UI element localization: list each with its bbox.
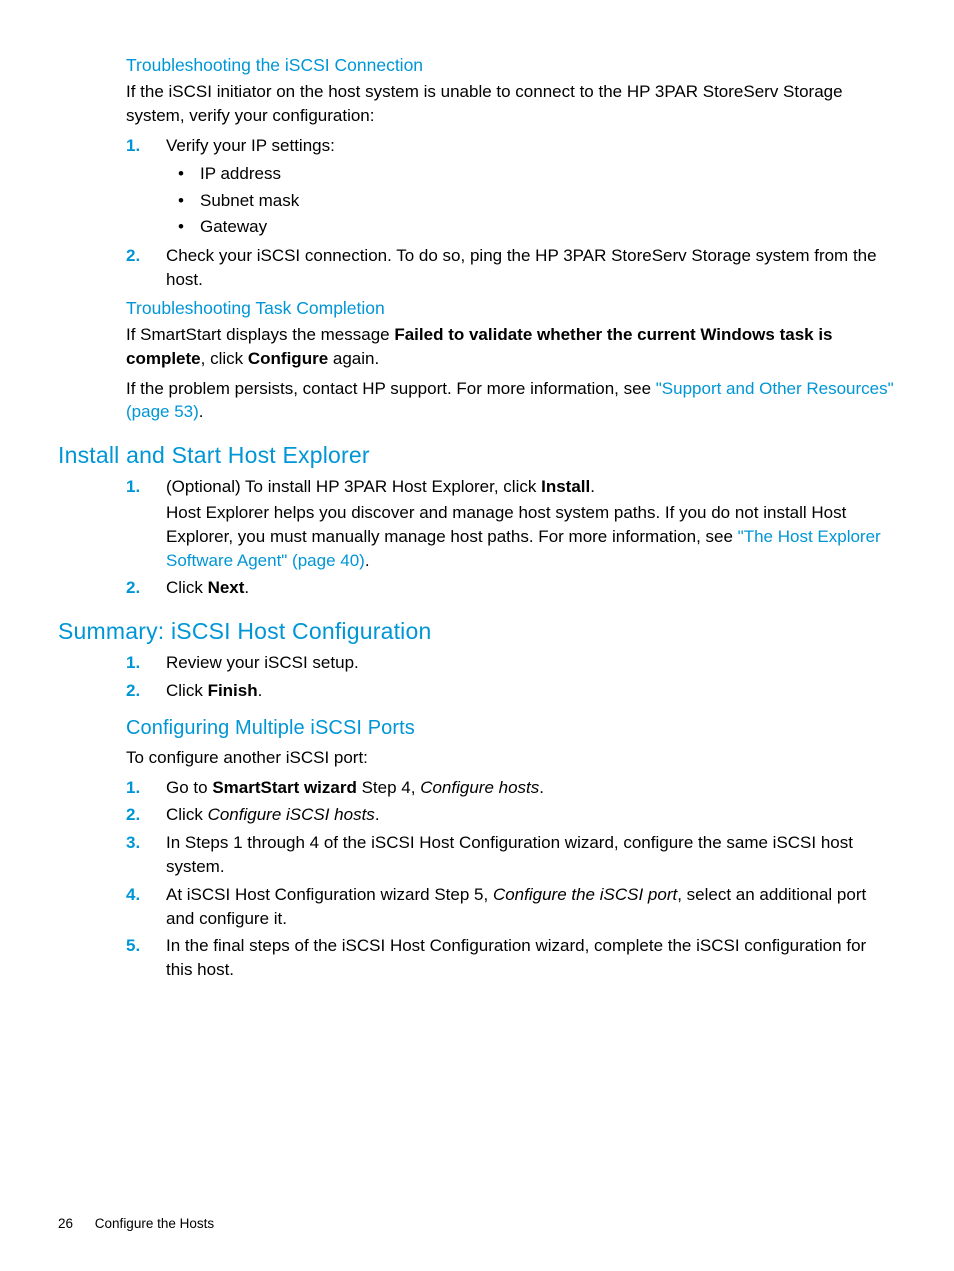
list-item: 1. Go to SmartStart wizard Step 4, Confi… (126, 776, 896, 800)
list-item: 1. (Optional) To install HP 3PAR Host Ex… (126, 475, 896, 572)
list-text: Verify your IP settings: (166, 136, 335, 155)
heading-troubleshooting-task: Troubleshooting Task Completion (126, 298, 896, 319)
text-run: If the problem persists, contact HP supp… (126, 379, 656, 398)
bold-text: Next (208, 578, 245, 597)
text-run: . (365, 551, 370, 570)
text-run: , click (201, 349, 248, 368)
paragraph: To configure another iSCSI port: (126, 746, 896, 770)
italic-text: Configure hosts (420, 778, 539, 797)
list-text: Click Configure iSCSI hosts. (166, 805, 380, 824)
list-item: 2. Check your iSCSI connection. To do so… (126, 244, 896, 292)
list-number: 1. (126, 475, 140, 499)
document-page: Troubleshooting the iSCSI Connection If … (0, 0, 954, 1271)
text-run: . (199, 402, 204, 421)
ordered-list: 1. Go to SmartStart wizard Step 4, Confi… (126, 776, 896, 982)
heading-install-host-explorer: Install and Start Host Explorer (58, 442, 896, 469)
paragraph: If SmartStart displays the message Faile… (126, 323, 896, 371)
heading-configuring-multiple-ports: Configuring Multiple iSCSI Ports (126, 717, 896, 740)
list-text: (Optional) To install HP 3PAR Host Explo… (166, 477, 595, 496)
text-run: Step 4, (357, 778, 420, 797)
text-run: Click (166, 681, 208, 700)
text-run: (Optional) To install HP 3PAR Host Explo… (166, 477, 541, 496)
list-text: Review your iSCSI setup. (166, 653, 359, 672)
list-number: 2. (126, 679, 140, 703)
page-number: 26 (58, 1216, 73, 1231)
heading-troubleshooting-iscsi: Troubleshooting the iSCSI Connection (126, 55, 896, 76)
text-run: Click (166, 805, 208, 824)
italic-text: Configure the iSCSI port (493, 885, 677, 904)
ordered-list: 1. (Optional) To install HP 3PAR Host Ex… (126, 475, 896, 600)
paragraph: Host Explorer helps you discover and man… (166, 501, 896, 572)
bullet-item: IP address (166, 161, 896, 187)
list-text: At iSCSI Host Configuration wizard Step … (166, 885, 866, 928)
list-number: 1. (126, 134, 140, 158)
bold-text: SmartStart wizard (212, 778, 357, 797)
list-number: 1. (126, 776, 140, 800)
ordered-list: 1. Review your iSCSI setup. 2. Click Fin… (126, 651, 896, 703)
list-text: In the final steps of the iSCSI Host Con… (166, 936, 866, 979)
list-item: 3. In Steps 1 through 4 of the iSCSI Hos… (126, 831, 896, 879)
page-footer: 26 Configure the Hosts (58, 1216, 214, 1231)
list-item: 2. Click Finish. (126, 679, 896, 703)
list-text: Click Next. (166, 578, 249, 597)
text-run: If SmartStart displays the message (126, 325, 394, 344)
text-run: . (258, 681, 263, 700)
bullet-item: Subnet mask (166, 188, 896, 214)
bullet-item: Gateway (166, 214, 896, 240)
text-run: . (539, 778, 544, 797)
list-text: Go to SmartStart wizard Step 4, Configur… (166, 778, 544, 797)
bold-text: Install (541, 477, 590, 496)
list-item: 2. Click Next. (126, 576, 896, 600)
heading-summary-iscsi: Summary: iSCSI Host Configuration (58, 618, 896, 645)
list-number: 4. (126, 883, 140, 907)
paragraph: If the problem persists, contact HP supp… (126, 377, 896, 425)
list-number: 2. (126, 244, 140, 268)
list-number: 2. (126, 803, 140, 827)
text-run: again. (328, 349, 379, 368)
list-text: Check your iSCSI connection. To do so, p… (166, 246, 877, 289)
list-number: 2. (126, 576, 140, 600)
list-number: 1. (126, 651, 140, 675)
paragraph: If the iSCSI initiator on the host syste… (126, 80, 896, 128)
text-run: . (244, 578, 249, 597)
bold-text: Finish (208, 681, 258, 700)
italic-text: Configure iSCSI hosts (208, 805, 375, 824)
list-item: 5. In the final steps of the iSCSI Host … (126, 934, 896, 982)
list-item: 4. At iSCSI Host Configuration wizard St… (126, 883, 896, 931)
footer-title: Configure the Hosts (95, 1216, 214, 1231)
text-run: Go to (166, 778, 212, 797)
content-column: Troubleshooting the iSCSI Connection If … (126, 55, 896, 982)
list-number: 3. (126, 831, 140, 855)
list-number: 5. (126, 934, 140, 958)
text-run: At iSCSI Host Configuration wizard Step … (166, 885, 493, 904)
ordered-list: 1. Verify your IP settings: IP address S… (126, 134, 896, 292)
list-text: In Steps 1 through 4 of the iSCSI Host C… (166, 833, 853, 876)
list-item: 1. Verify your IP settings: IP address S… (126, 134, 896, 241)
list-item: 2. Click Configure iSCSI hosts. (126, 803, 896, 827)
text-run: . (590, 477, 595, 496)
list-text: Click Finish. (166, 681, 262, 700)
text-run: . (375, 805, 380, 824)
list-item: 1. Review your iSCSI setup. (126, 651, 896, 675)
text-run: Click (166, 578, 208, 597)
bold-text: Configure (248, 349, 328, 368)
bullet-list: IP address Subnet mask Gateway (166, 161, 896, 240)
